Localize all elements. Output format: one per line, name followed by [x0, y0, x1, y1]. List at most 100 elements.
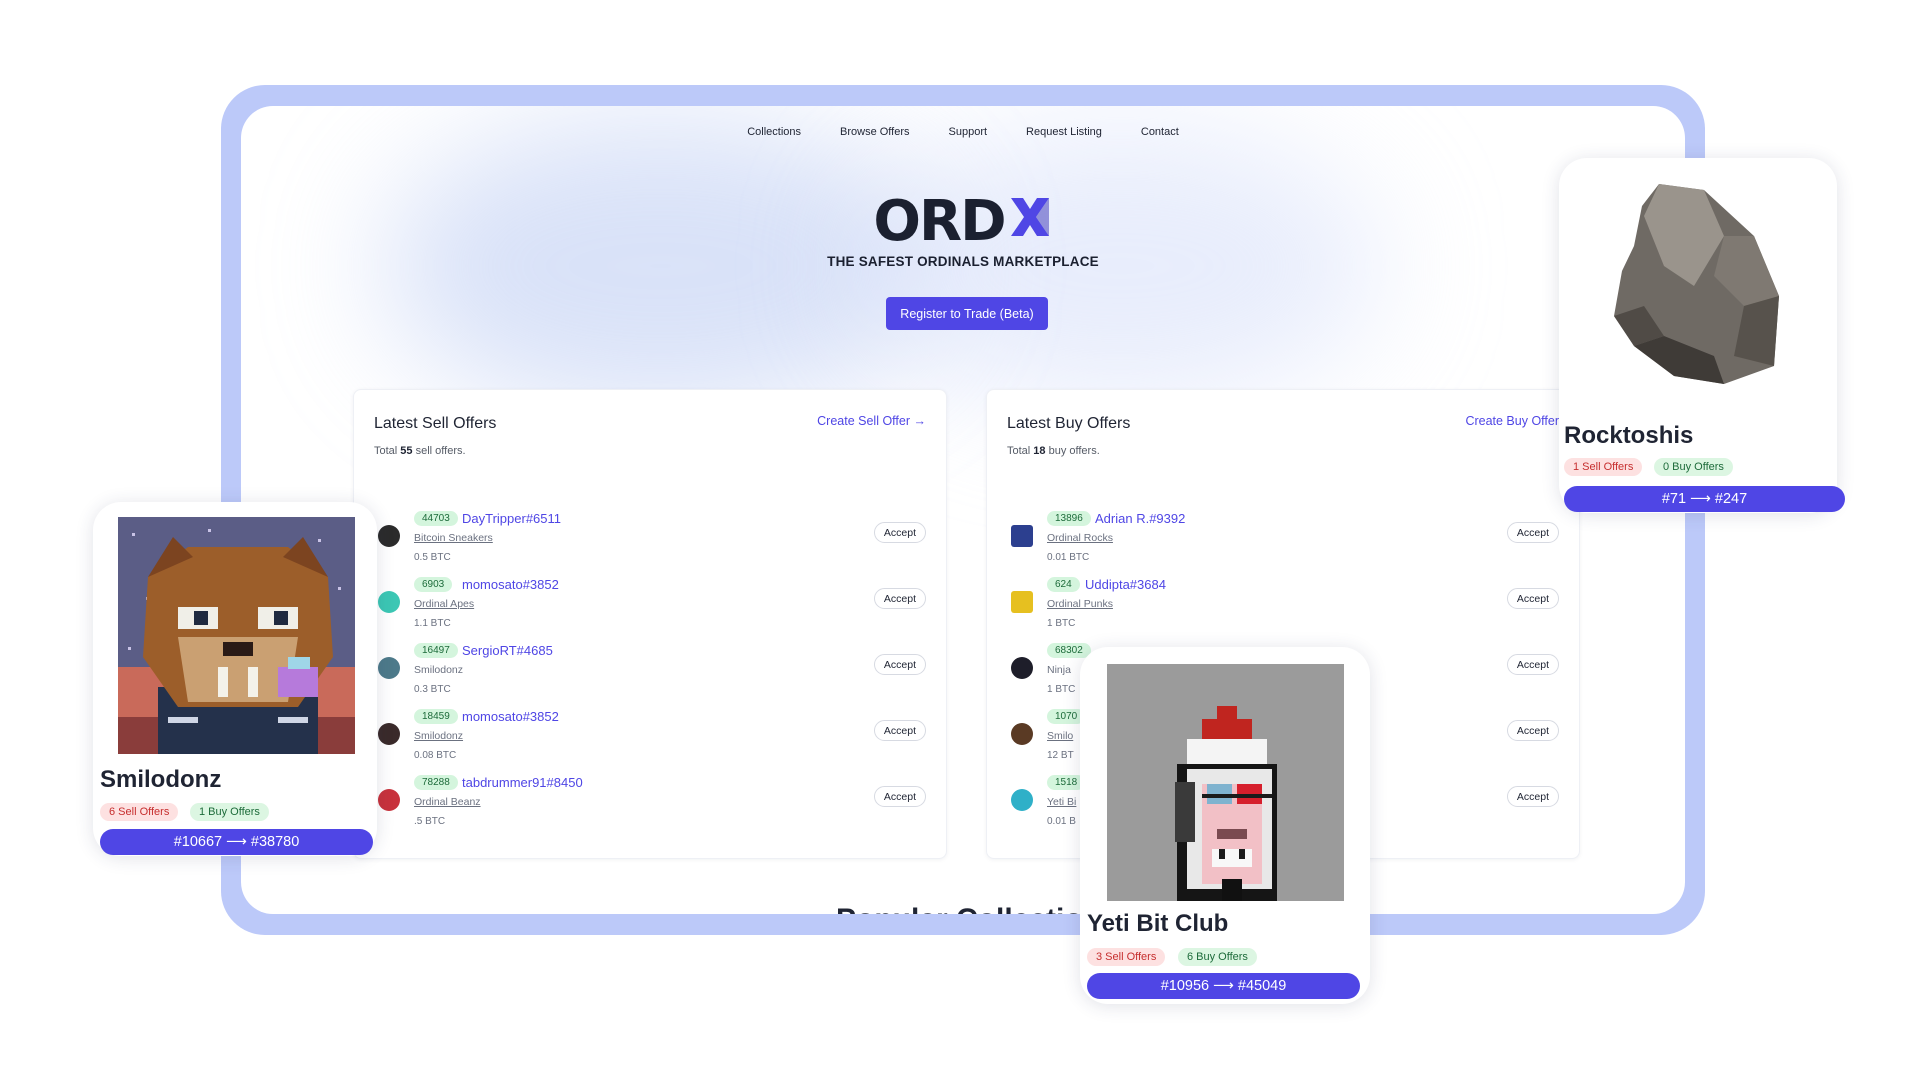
collection-link[interactable]: Smilo [1047, 730, 1073, 742]
latest-sell-offers-panel: Latest Sell Offers Create Sell Offer → T… [353, 389, 947, 859]
collection-card-yeti-bit-club[interactable]: Yeti Bit Club 3 Sell Offers 6 Buy Offers… [1080, 647, 1370, 1004]
panel-title: Latest Buy Offers [1007, 415, 1131, 432]
collection-card-rocktoshis[interactable]: Rocktoshis 1 Sell Offers 0 Buy Offers #7… [1559, 158, 1845, 513]
yeti-image [1107, 664, 1344, 901]
collection-link[interactable]: Ordinal Apes [414, 598, 474, 610]
collection-link[interactable]: Ordinal Rocks [1047, 532, 1113, 544]
avatar [1011, 591, 1033, 613]
avatar [1011, 525, 1033, 547]
card-title: Rocktoshis [1564, 422, 1694, 449]
inscription-range: #10667 ⟶ #38780 [100, 829, 373, 855]
inscription-range: #71 ⟶ #247 [1564, 486, 1845, 512]
accept-button[interactable]: Accept [873, 654, 926, 675]
logo-x-icon [1007, 194, 1053, 250]
price: 0.01 BTC [1047, 552, 1090, 563]
panel-title: Latest Sell Offers [374, 415, 497, 432]
avatar [1011, 657, 1033, 679]
nav-collections[interactable]: Collections [747, 126, 801, 138]
buy-offers-total: Total 18 buy offers. [1007, 445, 1100, 457]
inscription-number-badge: 624 [1047, 577, 1080, 592]
inscription-number-badge: 44703 [414, 511, 458, 526]
accept-button[interactable]: Accept [873, 786, 926, 807]
create-sell-offer-link[interactable]: Create Sell Offer → [817, 414, 926, 428]
sell-offers-badge: 3 Sell Offers [1087, 948, 1166, 966]
accept-button[interactable]: Accept [1506, 720, 1559, 741]
card-title: Yeti Bit Club [1087, 910, 1229, 937]
nav-support[interactable]: Support [949, 126, 988, 138]
collection-link[interactable]: Smilodonz [414, 730, 463, 742]
collection-link[interactable]: Bitcoin Sneakers [414, 532, 493, 544]
rock-image [1604, 176, 1804, 388]
collection-card-smilodonz[interactable]: Smilodonz 6 Sell Offers 1 Buy Offers #10… [93, 502, 377, 856]
inscription-range: #10956 ⟶ #45049 [1087, 973, 1360, 999]
price: 12 BT [1047, 750, 1074, 761]
user-link[interactable]: DayTripper#6511 [462, 511, 561, 526]
collection-link[interactable]: Yeti Bi [1047, 796, 1076, 808]
user-link[interactable]: tabdrummer91#8450 [462, 775, 583, 790]
sell-offer-list: 44703 DayTripper#6511 Bitcoin Sneakers 0… [354, 511, 946, 841]
collection-link[interactable]: Smilodonz [414, 664, 463, 676]
user-link[interactable]: Uddipta#3684 [1085, 577, 1166, 592]
accept-button[interactable]: Accept [873, 588, 926, 609]
marketplace-screen: Collections Browse Offers Support Reques… [241, 106, 1685, 914]
sell-offers-total: Total 55 sell offers. [374, 445, 466, 457]
collection-link[interactable]: Ninja [1047, 664, 1071, 676]
top-nav: Collections Browse Offers Support Reques… [241, 126, 1685, 138]
list-item: 18459 momosato#3852 Smilodonz 0.08 BTC A… [354, 709, 946, 775]
inscription-number-badge: 78288 [414, 775, 458, 790]
nav-contact[interactable]: Contact [1141, 126, 1179, 138]
sell-offers-badge: 6 Sell Offers [100, 803, 179, 821]
price: 1 BTC [1047, 618, 1076, 629]
list-item: 13896 Adrian R.#9392 Ordinal Rocks 0.01 … [987, 511, 1579, 577]
price: .5 BTC [414, 816, 446, 827]
avatar [378, 525, 400, 547]
price: 0.08 BTC [414, 750, 457, 761]
list-item: 16497 SergioRT#4685 Smilodonz 0.3 BTC Ac… [354, 643, 946, 709]
nav-request-listing[interactable]: Request Listing [1026, 126, 1102, 138]
inscription-number-badge: 68302 [1047, 643, 1091, 658]
collection-link[interactable]: Ordinal Beanz [414, 796, 481, 808]
list-item: 44703 DayTripper#6511 Bitcoin Sneakers 0… [354, 511, 946, 577]
nav-browse-offers[interactable]: Browse Offers [840, 126, 910, 138]
price: 1 BTC [1047, 684, 1076, 695]
logo-wordmark: ORD [873, 189, 1006, 254]
avatar [378, 657, 400, 679]
buy-offers-badge: 6 Buy Offers [1178, 948, 1257, 966]
avatar [378, 789, 400, 811]
ordx-logo[interactable]: ORD [241, 194, 1685, 250]
smilodonz-image [118, 517, 355, 754]
accept-button[interactable]: Accept [1506, 522, 1559, 543]
avatar [1011, 789, 1033, 811]
accept-button[interactable]: Accept [1506, 786, 1559, 807]
user-link[interactable]: Adrian R.#9392 [1095, 511, 1185, 526]
user-link[interactable]: momosato#3852 [462, 709, 559, 724]
price: 1.1 BTC [414, 618, 451, 629]
user-link[interactable]: momosato#3852 [462, 577, 559, 592]
tagline: THE SAFEST ORDINALS MARKETPLACE [827, 254, 1099, 269]
buy-offers-badge: 1 Buy Offers [190, 803, 269, 821]
inscription-number-badge: 18459 [414, 709, 458, 724]
avatar [378, 591, 400, 613]
register-button[interactable]: Register to Trade (Beta) [886, 297, 1048, 330]
sell-offers-badge: 1 Sell Offers [1564, 458, 1643, 476]
price: 0.01 B [1047, 816, 1076, 827]
collection-link[interactable]: Ordinal Punks [1047, 598, 1113, 610]
inscription-number-badge: 6903 [414, 577, 453, 592]
avatar [378, 723, 400, 745]
list-item: 78288 tabdrummer91#8450 Ordinal Beanz .5… [354, 775, 946, 841]
popular-collections-heading: Popular Collections [836, 903, 1118, 914]
card-title: Smilodonz [100, 766, 222, 793]
accept-button[interactable]: Accept [1506, 588, 1559, 609]
create-buy-offer-link[interactable]: Create Buy Offer [1465, 414, 1559, 428]
list-item: 6903 momosato#3852 Ordinal Apes 1.1 BTC … [354, 577, 946, 643]
user-link[interactable]: SergioRT#4685 [462, 643, 553, 658]
inscription-number-badge: 16497 [414, 643, 458, 658]
list-item: 624 Uddipta#3684 Ordinal Punks 1 BTC Acc… [987, 577, 1579, 643]
accept-button[interactable]: Accept [1506, 654, 1559, 675]
price: 0.3 BTC [414, 684, 451, 695]
buy-offers-badge: 0 Buy Offers [1654, 458, 1733, 476]
accept-button[interactable]: Accept [873, 522, 926, 543]
accept-button[interactable]: Accept [873, 720, 926, 741]
inscription-number-badge: 13896 [1047, 511, 1091, 526]
avatar [1011, 723, 1033, 745]
